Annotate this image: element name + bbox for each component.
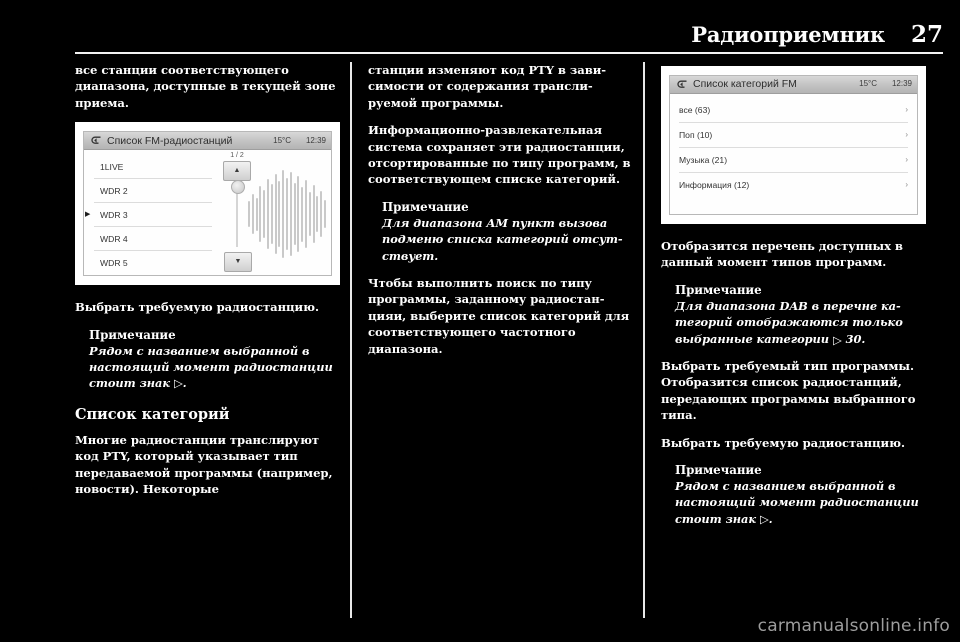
column-divider-2 xyxy=(643,62,645,618)
note-block: Примечание Рядом с названием выбранной в… xyxy=(75,327,340,392)
station-name: WDR 2 xyxy=(100,185,128,196)
category-label: все (63) xyxy=(679,104,711,115)
column1-paragraph-1: все станции соответствующего диапазона, … xyxy=(75,63,336,110)
note-block: Примечание Для диапазона AM пункт вызова… xyxy=(368,199,633,264)
page-indicator: 1 / 2 xyxy=(230,152,244,160)
category-list-body: все (63) › Поп (10) › Музыка (21) › Инфо… xyxy=(670,94,917,214)
clock-readout: 12:39 xyxy=(891,79,912,89)
category-label: Музыка (21) xyxy=(679,154,728,165)
station-list: 1LIVE WDR 2 ▶ WDR 3 WDR 4 WDR 5 xyxy=(85,155,212,274)
list-item[interactable]: WDR 2 xyxy=(94,179,212,204)
note-block: Примечание Для диапазона DAB в перечне к… xyxy=(661,282,926,347)
list-item[interactable]: Музыка (21) › xyxy=(679,148,908,173)
back-arrow-icon[interactable] xyxy=(676,79,688,90)
column2-paragraph-1: станции изменяют код PTY в зави­симости … xyxy=(368,63,607,110)
station-name: 1LIVE xyxy=(100,161,124,172)
note-title: Примечание xyxy=(382,199,469,214)
scroll-up-button[interactable]: ▲ xyxy=(223,161,251,182)
category-list-screen: Список категорий FM 15°C 12:39 все (63) … xyxy=(669,75,918,215)
clock-readout: 12:39 xyxy=(305,135,326,145)
cross-reference-icon: ▷ xyxy=(832,332,842,347)
page-header: Радиоприемник 27 xyxy=(75,21,943,56)
category-list-figure: Список категорий FM 15°C 12:39 все (63) … xyxy=(661,66,926,224)
note-body: Рядом с названием выбранной в настоящий … xyxy=(89,343,333,391)
station-list-figure: Список FM-радиостанций 15°C 12:39 1LIVE … xyxy=(75,122,340,286)
note-body: Рядом с названием выбранной в настоящий … xyxy=(675,479,919,526)
note-block: Примечание Рядом с названием выбранной в… xyxy=(661,462,926,527)
column3-paragraph-1: Отобразится перечень доступных в данный … xyxy=(661,239,903,270)
list-item[interactable]: WDR 5 xyxy=(94,251,212,274)
station-name: WDR 4 xyxy=(100,233,128,244)
column2-paragraph-2: Информационно-развлекательная система со… xyxy=(368,123,631,187)
list-item[interactable]: WDR 4 xyxy=(94,227,212,252)
back-arrow-icon[interactable] xyxy=(90,135,102,146)
station-list-screen: Список FM-радиостанций 15°C 12:39 1LIVE … xyxy=(83,131,332,277)
column1-paragraph-2: Выбрать требуемую радиостан­цию. xyxy=(75,300,319,315)
note-title: Примечание xyxy=(89,327,176,342)
column-divider-1 xyxy=(350,62,352,618)
scrollbar-thumb[interactable] xyxy=(231,180,245,195)
list-item[interactable]: Поп (10) › xyxy=(679,123,908,148)
chevron-up-icon: ▲ xyxy=(233,167,241,175)
temperature-readout: 15°C xyxy=(273,135,291,145)
column-two: станции изменяют код PTY в зави­симости … xyxy=(368,62,633,368)
now-playing-icon: ▶ xyxy=(85,211,91,219)
note-body-text: Для диапазона DAB в перечне ка­тегорий о… xyxy=(675,298,903,346)
column3-paragraph-2: Выбрать требуемый тип про­граммы. Отобра… xyxy=(661,359,916,423)
signal-waveform-graphic xyxy=(248,166,326,262)
chevron-right-icon: › xyxy=(905,179,908,189)
cross-reference-page: 30. xyxy=(841,331,866,346)
station-list-titlebar: Список FM-радиостанций 15°C 12:39 xyxy=(84,132,331,151)
category-list-titlebar: Список категорий FM 15°C 12:39 xyxy=(670,76,917,94)
note-body: Для диапазона DAB в перечне ка­тегорий о… xyxy=(675,298,926,347)
site-watermark: carmanualsonline.info xyxy=(757,616,950,636)
chevron-right-icon: › xyxy=(905,154,908,164)
list-item[interactable]: 1LIVE xyxy=(94,155,212,180)
header-divider xyxy=(75,52,943,54)
column-one: все станции соответствующего диапазона, … xyxy=(75,62,340,508)
page-title: Радиоприемник xyxy=(691,22,885,47)
station-name: WDR 3 xyxy=(100,209,128,220)
note-title: Примечание xyxy=(675,282,762,297)
column3-paragraph-3: Выбрать требуемую радиостан­цию. xyxy=(661,435,905,450)
column1-paragraph-3: Многие радиостанции транслиру­ют код PTY… xyxy=(75,432,333,497)
category-list-title: Список категорий FM xyxy=(693,78,797,91)
page-number: 27 xyxy=(910,21,943,48)
column2-paragraph-3: Чтобы выполнить поиск по типу программы,… xyxy=(368,276,630,356)
section-heading: Список категорий xyxy=(75,405,230,423)
chevron-right-icon: › xyxy=(905,104,908,114)
chevron-right-icon: › xyxy=(905,129,908,139)
note-title: Примечание xyxy=(675,463,762,478)
station-list-body: 1LIVE WDR 2 ▶ WDR 3 WDR 4 WDR 5 1 / 2 ▲ … xyxy=(84,150,331,276)
temperature-readout: 15°C xyxy=(859,79,877,89)
list-item-active[interactable]: ▶ WDR 3 xyxy=(85,203,212,228)
chevron-down-icon: ▼ xyxy=(234,258,242,266)
note-body: Для диапазона AM пункт вызова подменю сп… xyxy=(382,215,623,263)
station-name: WDR 5 xyxy=(100,257,128,268)
list-item[interactable]: все (63) › xyxy=(679,98,908,123)
column-three: Список категорий FM 15°C 12:39 все (63) … xyxy=(661,62,926,538)
category-label: Поп (10) xyxy=(679,129,713,140)
station-list-title: Список FM-радиостанций xyxy=(107,134,233,147)
list-item[interactable]: Информация (12) › xyxy=(679,173,908,197)
category-label: Информация (12) xyxy=(679,179,750,190)
